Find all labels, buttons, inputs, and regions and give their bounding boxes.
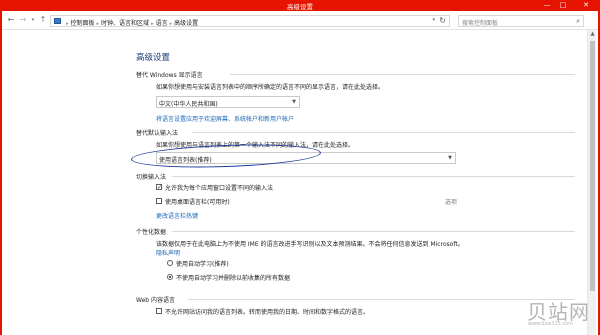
close-button[interactable]: ✕	[572, 0, 600, 11]
window-title: 高级设置	[287, 3, 313, 11]
address-history-chevron-icon[interactable]: ▾	[432, 17, 435, 23]
radio-selected-icon[interactable]	[167, 274, 173, 280]
control-panel-icon	[54, 18, 61, 24]
display-language-heading: 替代 Windows 显示语言	[136, 72, 203, 79]
title-bar: 高级设置 — □ ✕	[0, 0, 600, 11]
section-divider	[188, 299, 575, 300]
minimize-button[interactable]: —	[540, 0, 554, 11]
address-bar[interactable]: ▸ 控制面板 ▸ 时钟、语言和区域 ▸ 语言 ▸ 高级设置 ▾ ↻	[50, 15, 450, 27]
search-icon[interactable]: ⌕	[576, 17, 580, 26]
recent-locations-chevron-icon[interactable]: ▾	[29, 15, 37, 25]
section-divider	[172, 231, 575, 232]
page-title: 高级设置	[136, 53, 171, 63]
scrollbar-thumb[interactable]	[590, 41, 595, 291]
chevron-down-icon: ▼	[448, 155, 452, 161]
section-divider	[172, 176, 575, 177]
desktop-language-bar-label: 使用桌面语言栏(可用时)	[165, 199, 230, 206]
back-arrow-icon[interactable]: ←	[6, 15, 16, 25]
maximize-button[interactable]: □	[556, 0, 570, 11]
breadcrumb-language[interactable]: 语言	[156, 20, 168, 27]
radio-unselected-icon[interactable]	[167, 260, 173, 266]
search-input[interactable]: 搜索控制面板	[462, 18, 498, 27]
section-divider	[192, 132, 575, 133]
breadcrumb: ▸ 控制面板 ▸ 时钟、语言和区域 ▸ 语言 ▸ 高级设置	[64, 18, 198, 27]
chevron-down-icon: ▼	[292, 99, 296, 105]
personalization-description: 该数据仅用于在此电脑上为不使用 IME 的语言改进手写识别以及文本预测结果。不会…	[156, 241, 464, 248]
vertical-scrollbar[interactable]: ▲	[587, 30, 596, 335]
navigation-bar: ← → ▾ ↑ ▸ 控制面板 ▸ 时钟、语言和区域 ▸ 语言 ▸ 高级设置 ▾ ↻ 搜索控制面…	[2, 11, 598, 30]
section-divider	[230, 74, 575, 75]
watermark-url: www.bzw315.com	[528, 321, 574, 327]
display-language-dropdown[interactable]: 中文(中华人民共和国) ▼	[156, 96, 300, 108]
per-app-input-label: 允许我为每个应用窗口设置不同的输入法	[165, 185, 274, 192]
web-content-heading: Web 内容语言	[136, 297, 175, 304]
personalization-heading: 个性化数据	[136, 229, 167, 236]
up-arrow-icon[interactable]: ↑	[38, 15, 48, 25]
language-bar-options-link[interactable]: 选项	[445, 197, 457, 206]
checkbox-unchecked-icon[interactable]	[156, 198, 162, 204]
apply-language-settings-link[interactable]: 将语言设置应用于欢迎屏幕、系统帐户和新用户帐户	[156, 114, 294, 123]
switch-input-heading: 切换输入法	[136, 174, 167, 181]
no-auto-learning-label: 不使用自动学习并删除以前收集的所有数据	[176, 275, 291, 282]
default-input-heading: 替代默认输入法	[136, 130, 179, 137]
forward-arrow-icon[interactable]: →	[18, 15, 28, 25]
breadcrumb-advanced-settings[interactable]: 高级设置	[174, 20, 198, 27]
display-language-value: 中文(中华人民共和国)	[159, 101, 218, 108]
scroll-up-arrow-icon[interactable]: ▲	[588, 31, 597, 37]
breadcrumb-clock-language-region[interactable]: 时钟、语言和区域	[101, 20, 149, 27]
breadcrumb-control-panel[interactable]: 控制面板	[71, 20, 95, 27]
refresh-icon[interactable]: ↻	[439, 16, 446, 25]
change-hotkeys-link[interactable]: 更改语言栏热键	[156, 211, 198, 220]
checkbox-checked-icon[interactable]: ✓	[156, 184, 162, 191]
search-box[interactable]: 搜索控制面板 ⌕	[458, 15, 584, 27]
checkbox-unchecked-icon[interactable]	[156, 308, 162, 314]
auto-learning-label: 使用自动学习(推荐)	[176, 261, 229, 268]
settings-content: 高级设置 替代 Windows 显示语言 如果你想使用与安装语言列表中的顺序所确…	[2, 30, 598, 335]
display-language-description: 如果你想使用与安装语言列表中的顺序所确定的语言不同的显示语言，请在此处选择。	[156, 84, 385, 91]
privacy-statement-link[interactable]: 隐私声明	[156, 248, 180, 257]
web-language-list-label: 不允许网站访问我的语言列表。转而使用我的日期、时间和数字格式的语言。	[165, 309, 370, 316]
